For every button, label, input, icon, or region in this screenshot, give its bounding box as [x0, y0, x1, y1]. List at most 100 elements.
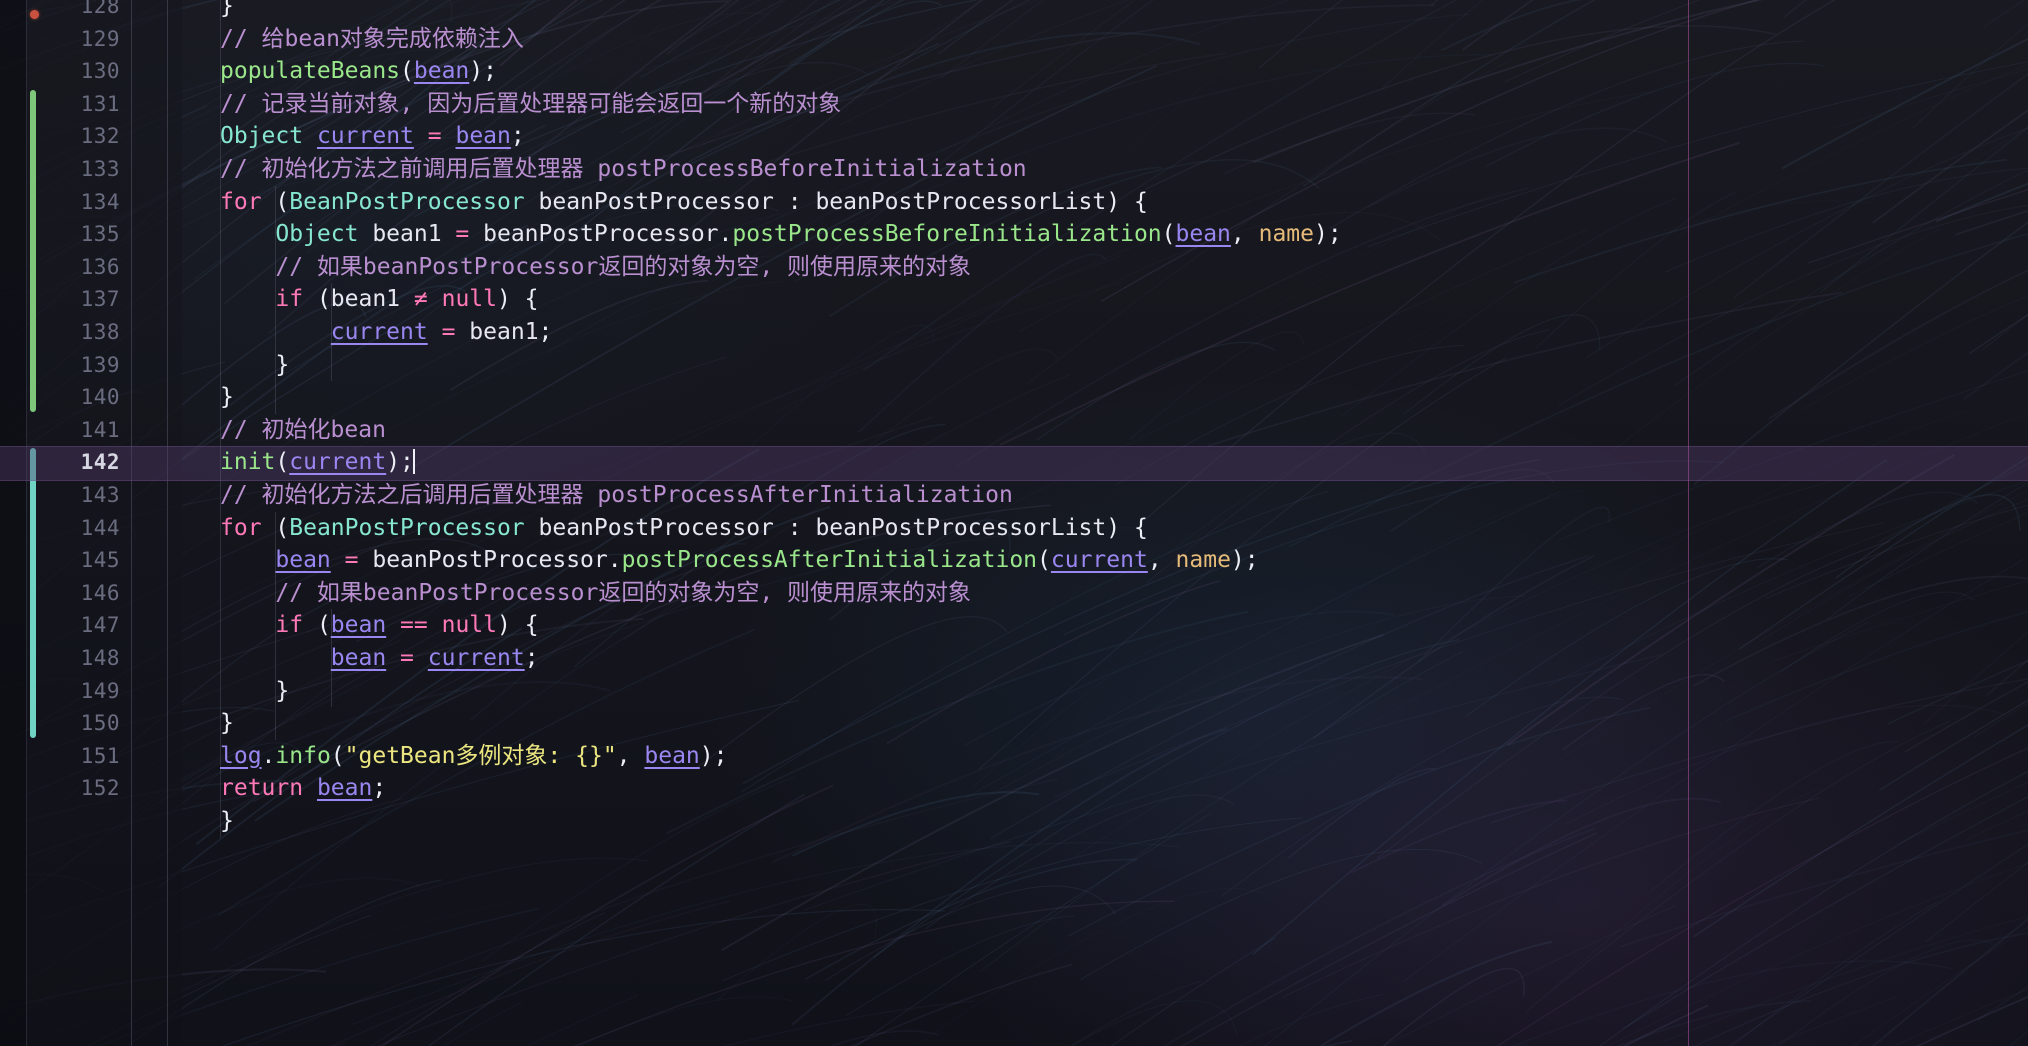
token-pun: ; [524, 645, 539, 671]
line-number: 142 [80, 450, 120, 475]
indent-guide-level-0 [220, 0, 221, 838]
token-pun [331, 547, 345, 573]
code-line-132[interactable]: Object current = bean; [182, 120, 2028, 153]
line-number: 139 [80, 352, 120, 377]
token-pun: } [220, 384, 234, 411]
code-line-141[interactable]: // 初始化bean [182, 414, 2028, 447]
token-pun: , [616, 742, 645, 769]
code-line-151[interactable]: log.info("getBean多例对象: {}", bean); [182, 740, 2028, 773]
code-line-138[interactable]: current = bean1; [182, 316, 2028, 349]
token-cmt: // 初始化方法之后调用后置处理器 postProcessAfterInitia… [220, 482, 1013, 508]
line-number: 137 [80, 287, 120, 312]
code-line-153[interactable]: } [182, 805, 2028, 838]
token-mth: populateBeans [220, 58, 401, 85]
line-number: 130 [80, 59, 120, 84]
token-pun [428, 612, 442, 638]
token-prm: name [1175, 547, 1231, 574]
token-pun: ( [303, 612, 331, 639]
token-pun: } [220, 0, 234, 19]
line-number: 131 [80, 91, 120, 116]
code-line-150[interactable]: } [182, 707, 2028, 740]
code-line-128[interactable]: } [182, 0, 2028, 23]
token-ref: bean [330, 612, 387, 639]
token-ref: bean [455, 123, 511, 150]
token-var: beanPostProcessor [469, 221, 719, 248]
code-line-139[interactable]: } [182, 349, 2028, 382]
token-pun: } [220, 808, 234, 834]
token-op: = [441, 319, 456, 345]
token-var: bean1 [358, 221, 456, 248]
token-pun: ; [372, 775, 387, 802]
line-number: 150 [80, 711, 120, 736]
token-ref: current [289, 449, 387, 476]
indent-guide-level-1 [275, 185, 277, 414]
code-editor[interactable]: 128 129 130 131 132 133 134 135 136 137 138 139 140 1… [0, 0, 2028, 1046]
token-ref: current [316, 123, 414, 150]
token-pun: , [1147, 547, 1176, 574]
code-line-130[interactable]: populateBeans(bean); [182, 55, 2028, 88]
token-cmt: // 给bean对象完成依赖注入 [220, 25, 524, 52]
token-pun: , [1230, 221, 1259, 248]
line-number: 143 [80, 483, 120, 507]
line-number: 148 [80, 646, 120, 670]
code-line-137[interactable]: if (bean1 ≠ null) { [182, 283, 2028, 316]
breakpoint-dot-icon[interactable] [30, 9, 39, 19]
token-pun: . [718, 221, 733, 248]
code-line-129[interactable]: // 给bean对象完成依赖注入 [182, 23, 2028, 56]
token-ref: current [427, 645, 525, 671]
line-number: 151 [80, 743, 120, 768]
line-number: 152 [80, 776, 120, 801]
token-pun [428, 319, 442, 345]
token-ref: log [220, 742, 262, 769]
code-line-144[interactable]: for (BeanPostProcessor beanPostProcessor… [182, 512, 2028, 545]
token-pun: ( [400, 58, 414, 85]
token-pun: ) { [1106, 514, 1148, 541]
code-line-142[interactable]: init(current); [182, 446, 2028, 479]
token-pun: ; [510, 123, 525, 150]
code-line-134[interactable]: for (BeanPostProcessor beanPostProcessor… [182, 186, 2028, 219]
token-ref: bean [316, 775, 373, 802]
code-line-143[interactable]: // 初始化方法之后调用后置处理器 postProcessAfterInitia… [182, 479, 2028, 512]
token-pun [386, 645, 400, 671]
token-pun: ( [303, 286, 331, 313]
code-line-146[interactable]: // 如果beanPostProcessor返回的对象为空, 则使用原来的对象 [182, 577, 2028, 610]
token-var: beanPostProcessor : beanPostProcessorLis… [524, 514, 1107, 541]
line-number: 147 [80, 613, 120, 638]
token-cmt: // 如果beanPostProcessor返回的对象为空, 则使用原来的对象 [275, 253, 972, 280]
code-line-135[interactable]: Object bean1 = beanPostProcessor.postPro… [182, 218, 2028, 251]
token-mth: postProcessAfterInitialization [621, 547, 1038, 574]
line-number: 141 [80, 417, 120, 442]
code-line-152[interactable]: return bean; [182, 772, 2028, 805]
token-op: = [427, 123, 442, 150]
token-pun: } [275, 351, 290, 378]
token-var: beanPostProcessor [358, 547, 608, 574]
line-number: 149 [80, 678, 120, 703]
token-pun: ) { [496, 286, 539, 313]
token-pun: . [261, 742, 276, 769]
code-line-148[interactable]: bean = current; [182, 642, 2028, 675]
token-pun: ( [275, 449, 290, 476]
code-line-147[interactable]: if (bean == null) { [182, 609, 2028, 642]
code-line-149[interactable]: } [182, 675, 2028, 708]
code-line-131[interactable]: // 记录当前对象, 因为后置处理器可能会返回一个新的对象 [182, 88, 2028, 121]
token-cmt: // 初始化方法之前调用后置处理器 postProcessBeforeIniti… [220, 156, 1027, 182]
line-number: 128 [80, 0, 120, 18]
token-mth: init [220, 449, 276, 476]
token-kw: null [441, 612, 497, 639]
code-content[interactable]: }// 给bean对象完成依赖注入 populateBeans(bean);// … [182, 0, 2028, 1046]
token-pun: ); [469, 58, 497, 85]
token-kw: for [220, 514, 262, 541]
token-pun: ; [538, 319, 553, 345]
token-pun: ) { [497, 612, 539, 639]
token-pun [303, 775, 317, 801]
code-line-136[interactable]: // 如果beanPostProcessor返回的对象为空, 则使用原来的对象 [182, 251, 2028, 284]
token-ref: bean [644, 742, 700, 769]
line-number: 133 [80, 157, 120, 181]
code-line-133[interactable]: // 初始化方法之前调用后置处理器 postProcessBeforeIniti… [182, 153, 2028, 186]
line-number: 138 [80, 320, 120, 344]
code-line-140[interactable]: } [182, 381, 2028, 414]
text-caret [412, 449, 415, 475]
token-pun [386, 612, 400, 638]
right-margin-ruler [1688, 0, 1689, 1046]
code-line-145[interactable]: bean = beanPostProcessor.postProcessAfte… [182, 544, 2028, 577]
